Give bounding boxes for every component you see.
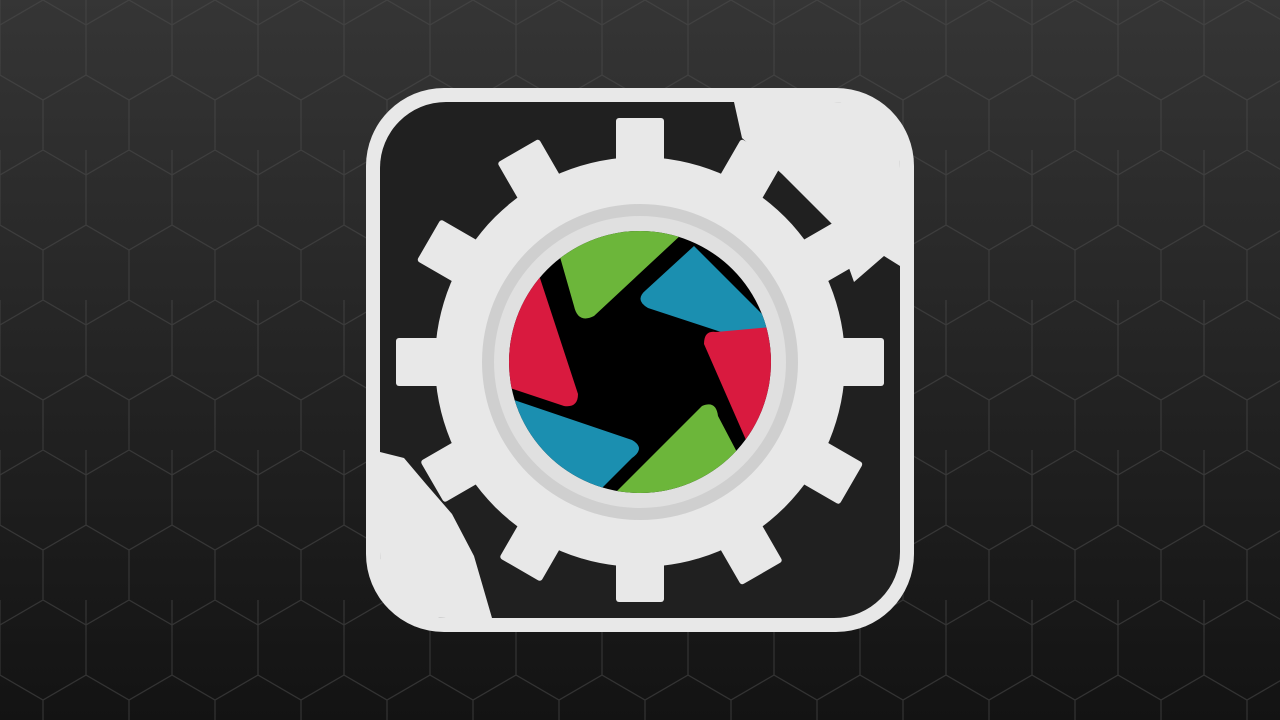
gear-camera-aperture-icon	[366, 88, 914, 632]
app-logo	[364, 86, 916, 634]
app-splash-screen	[0, 0, 1280, 720]
